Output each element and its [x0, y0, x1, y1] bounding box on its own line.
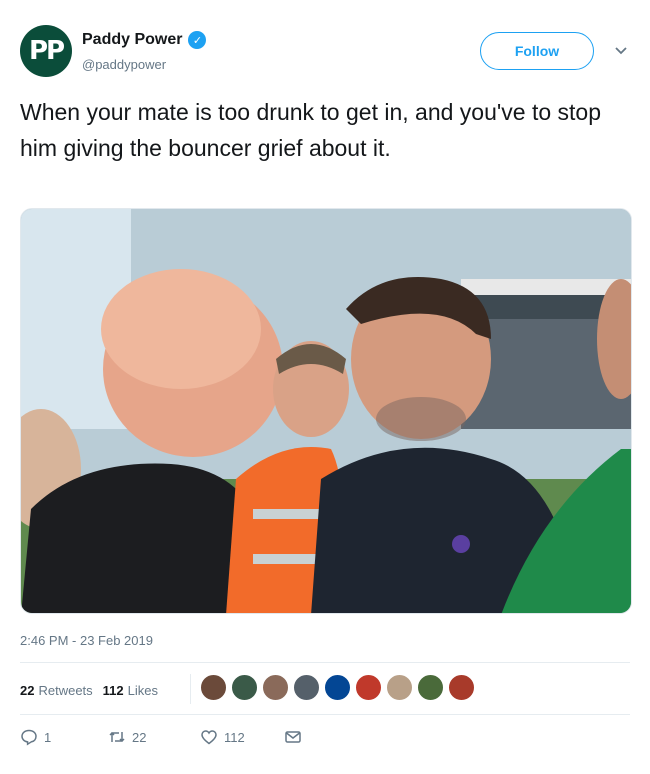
divider	[20, 662, 630, 663]
likes-stat[interactable]: 112 Likes	[103, 683, 158, 698]
tweet-photo[interactable]	[20, 208, 632, 614]
like-button[interactable]: 112	[200, 728, 284, 746]
handle[interactable]: @paddypower	[82, 57, 166, 72]
stats-separator	[190, 674, 191, 704]
liker-avatar[interactable]	[200, 674, 227, 701]
reply-button[interactable]: 1	[20, 728, 108, 746]
likes-label: Likes	[127, 682, 159, 698]
tweet-actions: 1 22 112	[20, 728, 302, 746]
retweets-stat[interactable]: 22 Retweets	[20, 683, 93, 698]
direct-message-button[interactable]	[284, 728, 302, 746]
retweets-label: Retweets	[38, 682, 93, 698]
liker-avatar[interactable]	[386, 674, 413, 701]
name-row: Paddy Power ✓	[82, 31, 207, 49]
retweets-count: 22	[20, 682, 35, 698]
liker-avatar[interactable]	[324, 674, 351, 701]
liker-avatar[interactable]	[262, 674, 289, 701]
tweet-header: PP Paddy Power ✓ @paddypower Follow	[20, 25, 632, 81]
liker-avatar[interactable]	[293, 674, 320, 701]
retweet-icon	[109, 731, 125, 743]
like-count: 112	[224, 729, 245, 745]
tweet-timestamp[interactable]: 2:46 PM - 23 Feb 2019	[20, 633, 153, 648]
liker-avatar[interactable]	[417, 674, 444, 701]
verified-badge-icon: ✓	[188, 31, 207, 49]
follow-button[interactable]: Follow	[480, 32, 594, 70]
divider	[20, 714, 630, 715]
like-icon	[201, 730, 217, 745]
engagement-stats: 22 Retweets 112 Likes	[20, 676, 168, 704]
chevron-down-icon[interactable]	[612, 41, 630, 59]
retweet-count: 22	[132, 729, 147, 745]
liker-avatars	[200, 674, 475, 701]
reply-icon	[21, 729, 37, 746]
likes-count: 112	[102, 682, 124, 698]
avatar[interactable]: PP	[20, 25, 72, 77]
liker-avatar[interactable]	[355, 674, 382, 701]
reply-count: 1	[44, 729, 52, 745]
direct-message-icon	[285, 731, 301, 743]
tweet-text: When your mate is too drunk to get in, a…	[20, 99, 601, 161]
photo-illustration	[21, 209, 631, 613]
liker-avatar[interactable]	[448, 674, 475, 701]
display-name[interactable]: Paddy Power	[82, 31, 182, 49]
liker-avatar[interactable]	[231, 674, 258, 701]
retweet-button[interactable]: 22	[108, 728, 200, 746]
